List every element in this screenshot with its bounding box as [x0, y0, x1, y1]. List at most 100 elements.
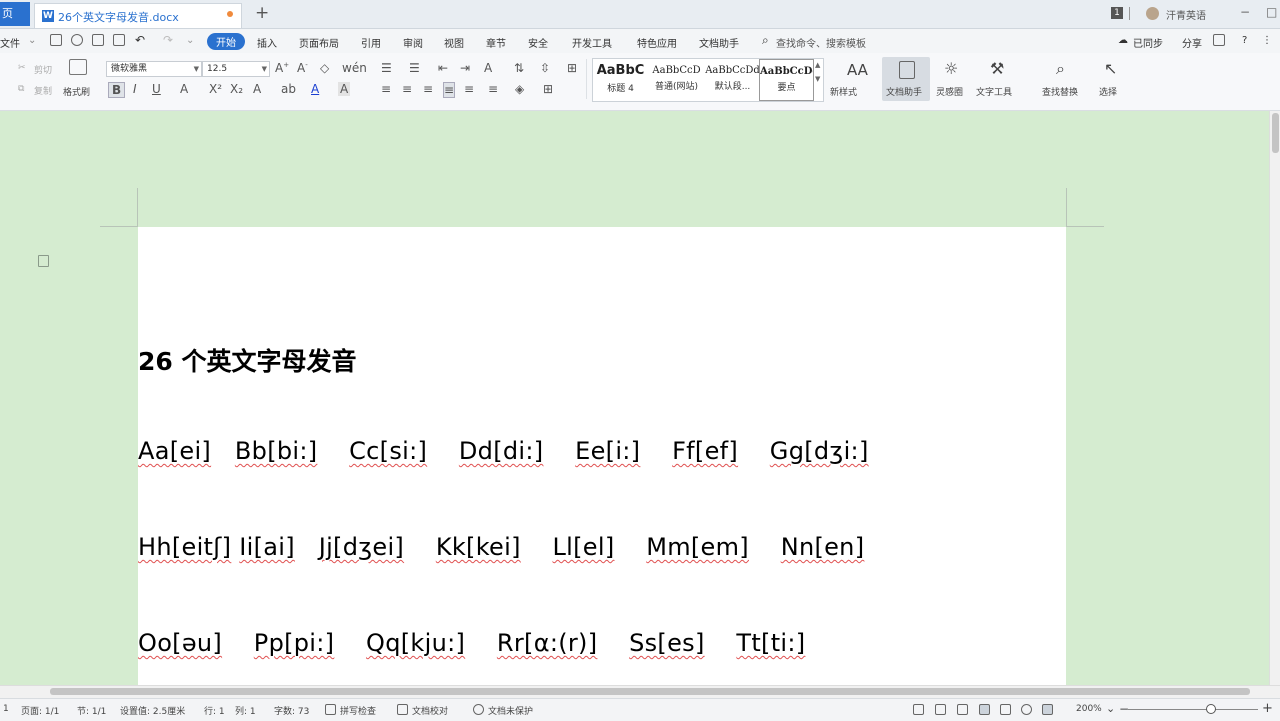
protect-icon[interactable] [473, 704, 484, 715]
shrink-font-icon[interactable]: A- [297, 61, 308, 75]
status-page[interactable]: 页面: 1/1 [21, 704, 59, 717]
document-tab[interactable]: W 26个英文字母发音.docx [34, 3, 242, 28]
unsaved-dot-icon[interactable] [227, 11, 233, 17]
spell-check-button[interactable]: 拼写检查 [340, 704, 376, 717]
find-replace-button[interactable]: 查找替换 [1042, 85, 1078, 98]
cut-button[interactable]: 剪切 [34, 63, 52, 76]
find-replace-icon[interactable]: ⌕ [1056, 59, 1065, 79]
cursor-select-icon[interactable]: ↖ [1104, 59, 1117, 78]
phonetic-line-2[interactable]: Hh[eitʃ] Ii[ai] Jj[dʒei] Kk[kei] Ll[el] … [138, 533, 864, 561]
align-left-icon[interactable]: ≡ [381, 82, 391, 96]
redo-icon[interactable]: ↷ [163, 33, 173, 47]
print-preview-icon[interactable] [113, 34, 125, 46]
cut-icon[interactable]: ✂ [18, 63, 26, 73]
menu-file-chevron-icon[interactable]: ⌄ [28, 35, 36, 46]
menu-tab-references[interactable]: 引用 [361, 35, 381, 50]
new-style-button[interactable]: 新样式 [830, 85, 857, 98]
sort-icon[interactable]: ⇅ [514, 61, 524, 75]
document-heading[interactable]: 26 个英文字母发音 [138, 342, 357, 378]
menu-tab-review[interactable]: 审阅 [403, 35, 423, 50]
underline-icon[interactable]: U [152, 82, 161, 96]
sync-status[interactable]: 已同步 [1133, 35, 1163, 50]
menu-tab-view[interactable]: 视图 [444, 35, 464, 50]
highlight-icon[interactable]: ab [281, 82, 296, 96]
paragraph-options-icon[interactable] [38, 255, 49, 267]
line-spacing-icon[interactable]: ⇳ [540, 61, 550, 75]
font-color-icon[interactable]: A [311, 82, 319, 96]
eye-protect-icon[interactable] [1042, 704, 1053, 715]
style-key-points[interactable]: AaBbCcDd 要点 [759, 59, 814, 101]
paragraph-spacing-icon[interactable]: ≡ [488, 82, 498, 96]
increase-indent-icon[interactable]: ⇥ [460, 61, 470, 75]
maximize-icon[interactable]: □ [1266, 5, 1277, 19]
web-view-icon[interactable] [1021, 704, 1032, 715]
zoom-level[interactable]: 200% [1076, 704, 1102, 714]
doc-proof-button[interactable]: 文档校对 [412, 704, 448, 717]
menu-tab-page-layout[interactable]: 页面布局 [299, 35, 339, 50]
status-row[interactable]: 行: 1 [204, 704, 225, 717]
wrench-icon[interactable]: ⚒ [990, 59, 1004, 78]
menu-tab-developer[interactable]: 开发工具 [572, 35, 612, 50]
superscript-icon[interactable]: X² [209, 82, 222, 96]
vertical-scrollbar[interactable] [1269, 111, 1280, 685]
reading-mode-icon[interactable] [935, 704, 946, 715]
decrease-indent-icon[interactable]: ⇤ [438, 61, 448, 75]
zoom-dropdown-icon[interactable]: ⌄ [1106, 702, 1115, 715]
more-options-icon[interactable]: ⋮ [1262, 35, 1272, 46]
print-icon[interactable] [92, 34, 104, 46]
search-icon[interactable]: ⌕ [762, 33, 769, 48]
status-section[interactable]: 节: 1/1 [77, 704, 106, 717]
shading-icon[interactable]: ◈ [515, 82, 524, 96]
menu-tab-chapter[interactable]: 章节 [486, 35, 506, 50]
bullets-icon[interactable]: ☰ [381, 61, 392, 75]
command-search[interactable]: 查找命令、搜索模板 [776, 35, 866, 50]
align-right-icon[interactable]: ≡ [423, 82, 433, 96]
status-word-count[interactable]: 字数: 73 [274, 704, 309, 717]
collapse-ribbon-icon[interactable] [1213, 34, 1225, 46]
justify-icon[interactable]: ≡ [443, 82, 456, 98]
phonetic-guide-icon[interactable]: wén [342, 61, 367, 75]
save-icon[interactable] [50, 34, 62, 46]
doc-assistant-button[interactable]: 文档助手 [886, 85, 922, 98]
style-normal-web[interactable]: AaBbCcD 普通(网站) [649, 59, 704, 101]
doc-assistant-icon[interactable] [899, 61, 915, 79]
font-size-select[interactable]: 12.5 ▼ [202, 61, 270, 77]
borders-icon[interactable]: ⊞ [543, 82, 553, 96]
style-heading-4[interactable]: AaBbC 标题 4 [593, 59, 648, 101]
fit-page-icon[interactable] [913, 704, 924, 715]
lightbulb-icon[interactable]: ☼ [944, 59, 958, 78]
format-painter-button[interactable]: 格式刷 [63, 85, 90, 98]
align-center-icon[interactable]: ≡ [402, 82, 412, 96]
horizontal-scrollbar[interactable] [0, 685, 1280, 698]
text-effect-icon[interactable]: A [253, 82, 261, 96]
subscript-icon[interactable]: X₂ [230, 82, 243, 96]
bold-icon[interactable]: B [108, 82, 126, 98]
zoom-in-icon[interactable]: + [1262, 701, 1273, 716]
share-button[interactable]: 分享 [1182, 35, 1202, 50]
quick-access-more-icon[interactable]: ⌄ [186, 35, 194, 46]
show-marks-icon[interactable]: ⊞ [567, 61, 577, 75]
grow-font-icon[interactable]: A+ [275, 61, 289, 75]
select-button[interactable]: 选择 [1099, 85, 1117, 98]
char-shading-icon[interactable]: A [338, 82, 351, 96]
output-pdf-icon[interactable] [71, 34, 83, 46]
style-scroll-up-icon[interactable]: ▲ [815, 61, 820, 69]
doc-protect-status[interactable]: 文档未保护 [488, 704, 533, 717]
text-tools-button[interactable]: 文字工具 [976, 85, 1012, 98]
phonetic-line-1[interactable]: Aa[ei] Bb[bi:] Cc[si:] Dd[di:] Ee[i:] Ff… [138, 437, 869, 465]
status-col[interactable]: 列: 1 [235, 704, 256, 717]
format-painter-icon[interactable] [69, 59, 87, 75]
user-avatar[interactable] [1146, 7, 1159, 20]
font-name-select[interactable]: 微软雅黑 ▼ [106, 61, 202, 77]
numbering-icon[interactable]: ☰ [409, 61, 420, 75]
strikethrough-icon[interactable]: A [180, 82, 188, 96]
copy-icon[interactable]: ⧉ [18, 84, 24, 94]
help-icon[interactable]: ? [1242, 35, 1247, 46]
change-case-icon[interactable]: A [484, 61, 492, 75]
horizontal-scroll-thumb[interactable] [50, 688, 1250, 695]
menu-tab-doc-assistant[interactable]: 文档助手 [699, 35, 739, 50]
zoom-slider-handle[interactable] [1206, 704, 1216, 714]
copy-button[interactable]: 复制 [34, 84, 52, 97]
italic-icon[interactable]: I [133, 82, 137, 96]
outline-view-icon[interactable] [1000, 704, 1011, 715]
